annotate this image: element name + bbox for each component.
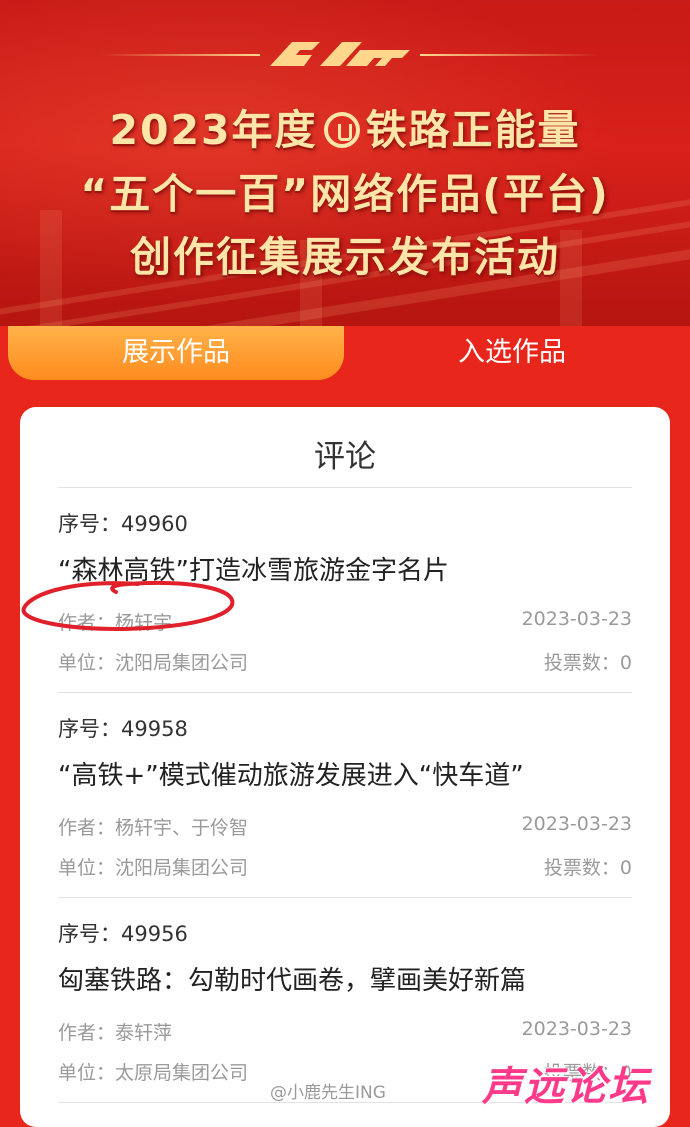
item-date: 2023-03-23	[521, 1018, 632, 1040]
tab-bar: 展示作品 入选作品	[0, 326, 690, 382]
item-headline[interactable]: “森林高铁”打造冰雪旅游金字名片	[58, 550, 449, 587]
tab-selected-works[interactable]: 入选作品	[344, 326, 680, 380]
weibo-watermark: @小鹿先生ING	[270, 1083, 386, 1103]
item-headline[interactable]: “高铁+”模式催动旅游发展进入“快车道”	[58, 755, 524, 792]
list-item[interactable]: 序号：49958 “高铁+”模式催动旅游发展进入“快车道” 作者：杨轩宇、于伶智…	[58, 693, 632, 898]
banner-gold-line	[420, 54, 600, 56]
event-logo-icon	[270, 42, 410, 66]
item-author: 作者：杨轩宇	[58, 612, 173, 634]
item-votes: 投票数：0	[543, 652, 632, 674]
card-title: 评论	[314, 439, 376, 475]
event-banner: 2023年度 铁路正能量 “五个一百”网络作品(平台) 创作征集展示发布活动	[0, 0, 690, 326]
item-votes: 投票数：0	[543, 857, 632, 879]
comments-card: 评论 序号：49960 “森林高铁”打造冰雪旅游金字名片 作者：杨轩宇 2023…	[20, 407, 670, 1127]
item-headline[interactable]: 匈塞铁路：勾勒时代画卷，擘画美好新篇	[58, 960, 526, 997]
item-unit: 单位：太原局集团公司	[58, 1062, 249, 1084]
item-serial: 序号：49960	[58, 512, 188, 536]
banner-gold-line	[100, 54, 260, 56]
list-item[interactable]: 序号：49960 “森林高铁”打造冰雪旅游金字名片 作者：杨轩宇 2023-03…	[58, 488, 632, 693]
banner-title-line-2: “五个一百”网络作品(平台)	[80, 170, 610, 218]
item-author: 作者：杨轩宇、于伶智	[58, 817, 249, 839]
item-date: 2023-03-23	[521, 813, 632, 835]
item-unit: 单位：沈阳局集团公司	[58, 652, 249, 674]
banner-title-line-1: 2023年度 铁路正能量	[109, 106, 581, 154]
item-unit: 单位：沈阳局集团公司	[58, 857, 249, 879]
item-author: 作者：泰轩萍	[58, 1022, 173, 1044]
forum-watermark: 声远论坛	[482, 1064, 650, 1110]
banner-title-line-3: 创作征集展示发布活动	[130, 233, 560, 281]
item-serial: 序号：49958	[58, 717, 188, 741]
item-serial: 序号：49956	[58, 922, 188, 946]
railway-logo-icon	[323, 112, 360, 148]
tab-showcase-works[interactable]: 展示作品	[8, 326, 344, 380]
item-date: 2023-03-23	[521, 608, 632, 630]
